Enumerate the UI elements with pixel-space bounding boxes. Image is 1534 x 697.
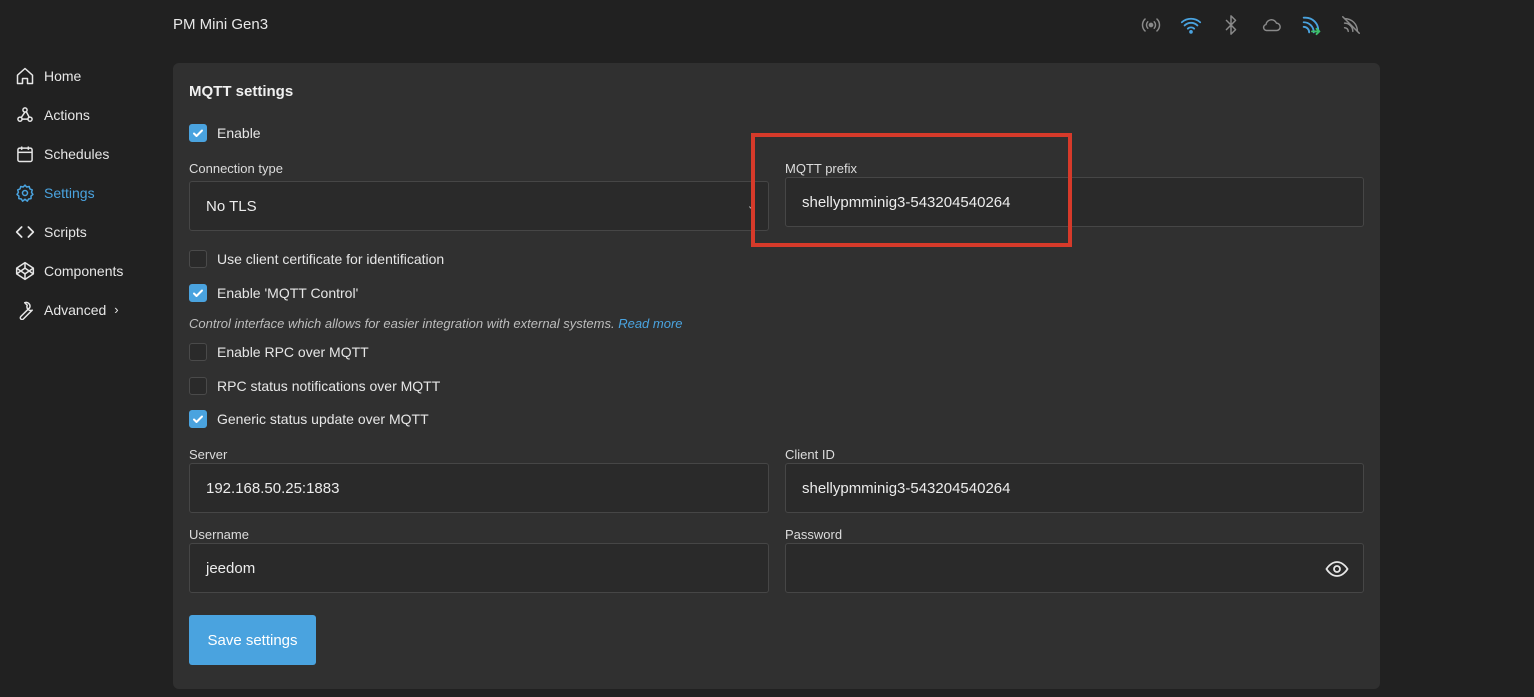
username-label: Username bbox=[189, 527, 249, 542]
sidebar-item-label: Home bbox=[44, 67, 82, 84]
generic-status-checkbox[interactable] bbox=[189, 410, 207, 428]
sidebar-item-scripts[interactable]: Scripts bbox=[0, 212, 160, 251]
read-more-link[interactable]: Read more bbox=[618, 316, 682, 331]
rpc-status-checkbox[interactable] bbox=[189, 377, 207, 395]
connection-type-label: Connection type bbox=[189, 161, 283, 176]
highlight-annotation bbox=[751, 133, 1072, 247]
status-icons bbox=[1140, 14, 1362, 36]
sidebar-item-home[interactable]: Home bbox=[0, 56, 160, 95]
server-input[interactable]: 192.168.50.25:1883 bbox=[189, 463, 769, 513]
wrench-icon bbox=[14, 299, 36, 321]
webhook-icon bbox=[14, 104, 36, 126]
chevron-right-icon[interactable]: › bbox=[114, 302, 118, 317]
enable-label: Enable bbox=[217, 125, 261, 141]
sidebar-item-settings[interactable]: Settings bbox=[0, 173, 160, 212]
rpc-row[interactable]: Enable RPC over MQTT bbox=[189, 343, 369, 361]
sidebar-item-advanced[interactable]: Advanced › bbox=[0, 290, 160, 329]
generic-status-label: Generic status update over MQTT bbox=[217, 411, 429, 427]
username-input[interactable]: jeedom bbox=[189, 543, 769, 593]
rpc-checkbox[interactable] bbox=[189, 343, 207, 361]
connection-type-value: No TLS bbox=[206, 197, 257, 215]
username-value: jeedom bbox=[206, 559, 256, 577]
client-cert-row[interactable]: Use client certificate for identificatio… bbox=[189, 250, 444, 268]
enable-row[interactable]: Enable bbox=[189, 124, 261, 142]
generic-status-row[interactable]: Generic status update over MQTT bbox=[189, 410, 429, 428]
sidebar-item-label: Components bbox=[44, 262, 124, 279]
cloud-icon[interactable] bbox=[1260, 14, 1282, 36]
client-cert-label: Use client certificate for identificatio… bbox=[217, 251, 445, 267]
password-label: Password bbox=[785, 527, 843, 542]
calendar-icon bbox=[14, 143, 36, 165]
mqtt-control-checkbox[interactable] bbox=[189, 284, 207, 302]
password-input[interactable] bbox=[785, 543, 1364, 593]
sidebar-item-components[interactable]: Components bbox=[0, 251, 160, 290]
mqtt-control-label: Enable 'MQTT Control' bbox=[217, 285, 359, 301]
client-id-input[interactable]: shellypmminig3-543204540264 bbox=[785, 463, 1364, 513]
panel-title: MQTT settings bbox=[189, 83, 294, 100]
sync-off-icon[interactable] bbox=[1340, 14, 1362, 36]
bluetooth-icon[interactable] bbox=[1220, 14, 1242, 36]
server-label: Server bbox=[189, 447, 228, 462]
hint-text: Control interface which allows for easie… bbox=[189, 316, 615, 331]
eye-icon[interactable] bbox=[1325, 557, 1349, 585]
client-id-label: Client ID bbox=[785, 447, 835, 462]
sidebar-item-label: Advanced bbox=[44, 301, 107, 318]
mqtt-control-hint: Control interface which allows for easie… bbox=[189, 316, 683, 331]
code-icon bbox=[14, 221, 36, 243]
mqtt-control-row[interactable]: Enable 'MQTT Control' bbox=[189, 284, 358, 302]
radio-broadcast-icon[interactable] bbox=[1140, 14, 1162, 36]
sidebar-item-schedules[interactable]: Schedules bbox=[0, 134, 160, 173]
mqtt-connected-icon[interactable] bbox=[1300, 14, 1322, 36]
connection-type-select[interactable]: No TLS ⌄ bbox=[189, 181, 769, 231]
sidebar-item-actions[interactable]: Actions bbox=[0, 95, 160, 134]
gear-icon bbox=[14, 182, 36, 204]
sidebar-item-label: Schedules bbox=[44, 145, 110, 162]
enable-checkbox[interactable] bbox=[189, 124, 207, 142]
sidebar: Home Actions Schedules Settings Scripts … bbox=[0, 56, 160, 329]
home-icon bbox=[14, 65, 36, 87]
sidebar-item-label: Scripts bbox=[44, 223, 87, 240]
rpc-status-row[interactable]: RPC status notifications over MQTT bbox=[189, 377, 440, 395]
codepen-icon bbox=[14, 260, 36, 282]
wifi-icon[interactable] bbox=[1180, 14, 1202, 36]
device-title: PM Mini Gen3 bbox=[173, 16, 269, 33]
sidebar-item-label: Actions bbox=[44, 106, 90, 123]
sidebar-item-label: Settings bbox=[44, 184, 95, 201]
save-settings-button[interactable]: Save settings bbox=[189, 615, 316, 665]
client-cert-checkbox[interactable] bbox=[189, 250, 207, 268]
rpc-status-label: RPC status notifications over MQTT bbox=[217, 378, 441, 394]
rpc-label: Enable RPC over MQTT bbox=[217, 344, 369, 360]
client-id-value: shellypmminig3-543204540264 bbox=[802, 479, 1011, 497]
server-value: 192.168.50.25:1883 bbox=[206, 479, 340, 497]
